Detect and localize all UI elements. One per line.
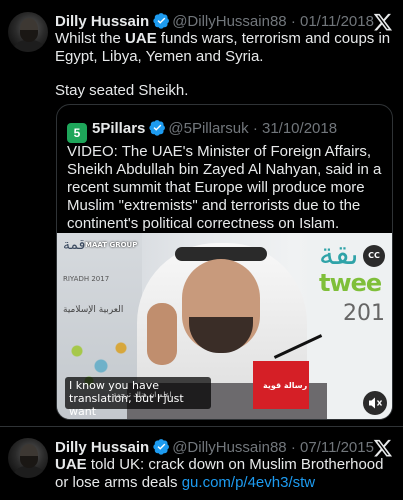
captions-button[interactable]: CC <box>363 245 385 267</box>
tweet-text-line2: Stay seated Sheikh. <box>55 82 189 99</box>
tweet[interactable]: Dilly Hussain @DillyHussain88 · 07/11/201… <box>0 428 403 500</box>
author-name[interactable]: Dilly Hussain <box>55 439 149 456</box>
video-subtitle-arabic: اعلم ان هناك ترجمة <box>113 391 172 399</box>
date-separator: · <box>290 439 296 456</box>
quoted-author-name[interactable]: 5Pillars <box>92 120 145 137</box>
author-avatar[interactable] <box>8 12 48 52</box>
quoted-author-avatar[interactable]: 5 <box>67 123 87 143</box>
quoted-tweet[interactable]: 5 5Pillars @5Pillarsuk · 31/10/2018 VIDEO:… <box>56 104 393 420</box>
backdrop-arabic-text-2: العربية الإسلامية <box>63 305 124 315</box>
quoted-tweet-header: 5 5Pillars @5Pillarsuk · 31/10/2018 <box>67 119 337 143</box>
backdrop-year-text: 201 <box>343 301 385 326</box>
channel-logo-text: رسالة قوية <box>263 381 308 390</box>
highlight-uae: UAE <box>125 30 157 47</box>
tweet-date[interactable]: 01/11/2018 <box>300 13 374 30</box>
date-separator: · <box>252 120 258 137</box>
date-separator: · <box>290 13 296 30</box>
channel-watermark: MAAT GROUP <box>85 241 138 249</box>
tweet-divider <box>0 426 403 427</box>
verified-badge-icon <box>149 119 166 141</box>
author-handle[interactable]: @DillyHussain88 <box>172 13 286 30</box>
tweet-date[interactable]: 07/11/2015 <box>300 439 374 456</box>
tweet-text: Whilst the UAE funds wars, terrorism and… <box>55 30 391 65</box>
quoted-tweet-date[interactable]: 31/10/2018 <box>262 120 337 137</box>
author-avatar[interactable] <box>8 438 48 478</box>
tweet[interactable]: Dilly Hussain @DillyHussain88 · 01/11/201… <box>0 0 403 426</box>
highlight-uae: UAE <box>55 456 87 473</box>
quoted-author-handle[interactable]: @5Pillarsuk <box>168 120 248 137</box>
backdrop-arabic-text: قمة <box>63 237 86 253</box>
speaker-mute-icon[interactable] <box>363 391 387 415</box>
author-name[interactable]: Dilly Hussain <box>55 13 149 30</box>
backdrop-event-text: RIYADH 2017 <box>63 275 110 283</box>
article-link[interactable]: gu.com/p/4evh3/stw <box>182 474 315 491</box>
video-player[interactable]: قمة RIYADH 2017 العربية الإسلامية ىقة tw… <box>57 233 392 419</box>
backdrop-tweet-text: twee <box>319 269 382 297</box>
author-handle[interactable]: @DillyHussain88 <box>172 439 286 456</box>
tweet-text: UAE told UK: crack down on Muslim Brothe… <box>55 456 384 491</box>
quoted-tweet-text: VIDEO: The UAE's Minister of Foreign Aff… <box>67 143 382 232</box>
